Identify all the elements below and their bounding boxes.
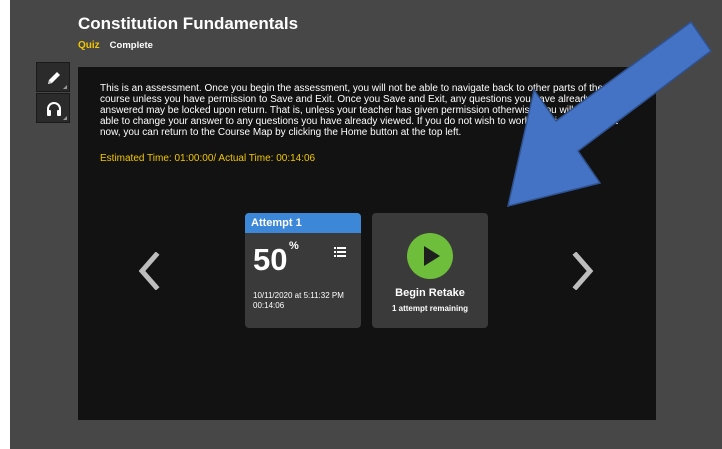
attempt-header: Attempt 1 <box>245 213 361 233</box>
headphones-icon <box>47 102 61 116</box>
menu-corner-icon <box>63 116 67 120</box>
status-label: Complete <box>109 40 153 51</box>
attempts-remaining: 1 attempt remaining <box>391 304 468 313</box>
menu-corner-icon <box>63 85 67 89</box>
retake-card[interactable]: Begin Retake 1 attempt remaining <box>372 213 488 328</box>
begin-retake-button[interactable]: Begin Retake <box>372 287 488 299</box>
list-icon[interactable] <box>334 247 346 257</box>
pencil-button[interactable] <box>36 62 70 92</box>
app-window: Constitution Fundamentals Quiz Complete T… <box>10 0 722 449</box>
attempt-duration: 00:14:06 <box>253 301 285 310</box>
pencil-icon <box>48 72 60 84</box>
next-arrow-icon[interactable] <box>570 252 596 290</box>
course-title: Constitution Fundamentals <box>78 14 299 33</box>
play-icon[interactable] <box>407 233 453 279</box>
activity-type-label: Quiz <box>78 40 100 51</box>
attempt-timestamp: 10/11/2020 at 5:11:32 PM 00:14:06 <box>253 291 344 311</box>
assessment-description: This is an assessment. Once you begin th… <box>100 83 619 138</box>
assessment-panel: This is an assessment. Once you begin th… <box>78 67 656 420</box>
score-unit: % <box>289 240 299 252</box>
previous-arrow-icon[interactable] <box>136 252 162 290</box>
course-subtitle: Quiz Complete <box>78 40 153 51</box>
time-info: Estimated Time: 01:00:00/ Actual Time: 0… <box>100 153 316 164</box>
attempt-date: 10/11/2020 at 5:11:32 PM <box>253 291 344 300</box>
attempt-score: 50 <box>253 242 288 277</box>
attempt-card[interactable]: Attempt 1 50 % 10/11/2020 at 5:11:32 PM … <box>245 213 361 328</box>
audio-button[interactable] <box>36 93 70 123</box>
